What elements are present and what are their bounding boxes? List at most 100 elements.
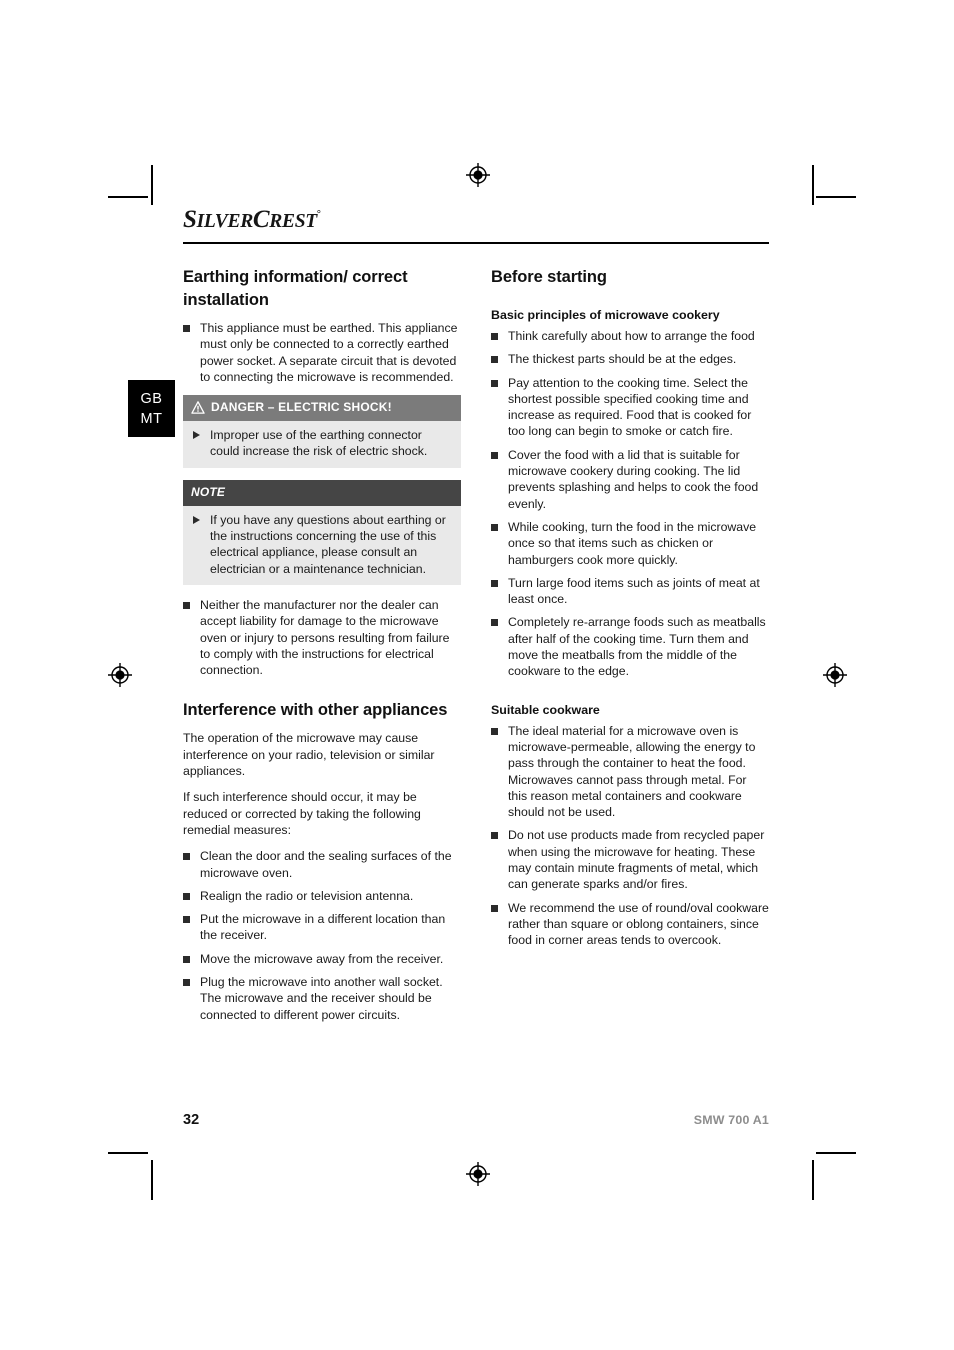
- danger-callout: DANGER – ELECTRIC SHOCK! Improper use of…: [183, 395, 461, 468]
- list-item: Pay attention to the cooking time. Selec…: [491, 375, 769, 440]
- list-item-text: Do not use products made from recycled p…: [508, 828, 765, 892]
- section-heading-interference: Interference with other appliances: [183, 701, 448, 720]
- callout-list-item: If you have any questions about earthing…: [191, 512, 453, 577]
- square-bullet-icon: [491, 379, 498, 387]
- registration-mark-bottom: [466, 1162, 490, 1186]
- model-name: SMW 700 A1: [693, 1113, 769, 1127]
- list-item: Realign the radio or television antenna.: [183, 888, 461, 904]
- list-item: While cooking, turn the food in the micr…: [491, 519, 769, 568]
- locale-tab-line2: MT: [140, 411, 163, 427]
- list-item-text: Think carefully about how to arrange the…: [508, 329, 755, 343]
- list-item: Plug the microwave into another wall soc…: [183, 974, 461, 1023]
- list-item-text: Completely re-arrange foods such as meat…: [508, 615, 766, 679]
- brand-rest: REST: [269, 211, 317, 232]
- danger-callout-body: Improper use of the earthing connector c…: [183, 421, 461, 468]
- left-column: Earthing information/ correct installati…: [183, 266, 461, 1030]
- suitable-cookware-list: The ideal material for a microwave oven …: [491, 723, 769, 949]
- list-item: We recommend the use of round/oval cookw…: [491, 900, 769, 949]
- page-number: 32: [183, 1112, 200, 1128]
- subheading-basic-principles: Basic principles of microwave cookery: [491, 308, 720, 322]
- header-divider: [183, 242, 769, 244]
- right-column: Before starting Basic principles of micr…: [491, 266, 769, 1030]
- warning-triangle-icon: [191, 401, 205, 414]
- locale-tab-line1: GB: [140, 391, 163, 407]
- square-bullet-icon: [183, 325, 190, 332]
- crop-mark-bottom-left-horizontal: [108, 1152, 148, 1154]
- square-bullet-icon: [491, 904, 498, 912]
- callout-list-item-text: If you have any questions about earthing…: [210, 512, 446, 576]
- note-callout-body: If you have any questions about earthing…: [183, 505, 461, 585]
- subheading-suitable-cookware: Suitable cookware: [491, 702, 600, 717]
- note-callout-header: NOTE: [183, 479, 461, 506]
- list-item: Neither the manufacturer nor the dealer …: [183, 597, 461, 678]
- list-item: The thickest parts should be at the edge…: [491, 351, 769, 367]
- callout-list-item-text: Improper use of the earthing connector c…: [210, 428, 428, 459]
- crop-mark-top-right-vertical: [812, 165, 814, 205]
- list-item: Think carefully about how to arrange the…: [491, 328, 769, 344]
- square-bullet-icon: [491, 451, 498, 459]
- square-bullet-icon: [183, 853, 190, 861]
- section-heading-earthing: Earthing information/ correct installati…: [183, 268, 408, 309]
- brand-s: S: [183, 206, 197, 233]
- locale-tab: GB MT: [128, 380, 175, 437]
- list-item-text: Move the microwave away from the receive…: [200, 951, 444, 966]
- danger-callout-header: DANGER – ELECTRIC SHOCK!: [183, 395, 461, 422]
- square-bullet-icon: [491, 619, 498, 627]
- square-bullet-icon: [183, 916, 190, 924]
- remedial-measures-list: Clean the door and the sealing surfaces …: [183, 848, 461, 1023]
- crop-mark-top-left-vertical: [151, 165, 153, 205]
- crop-mark-bottom-left-vertical: [151, 1160, 153, 1200]
- list-item: Clean the door and the sealing surfaces …: [183, 848, 461, 881]
- list-item-text: We recommend the use of round/oval cookw…: [508, 900, 769, 948]
- interference-paragraph-2: If such interference should occur, it ma…: [183, 790, 421, 837]
- note-callout: NOTE If you have any questions about ear…: [183, 479, 461, 585]
- list-item: Move the microwave away from the receive…: [183, 951, 461, 967]
- list-item-text: Clean the door and the sealing surfaces …: [200, 849, 452, 880]
- crop-mark-bottom-right-vertical: [812, 1160, 814, 1200]
- list-item-text: Turn large food items such as joints of …: [508, 575, 760, 607]
- square-bullet-icon: [491, 727, 498, 735]
- registration-mark-left: [108, 663, 132, 687]
- list-item: Put the microwave in a different locatio…: [183, 911, 461, 944]
- list-item: The ideal material for a microwave oven …: [491, 723, 769, 821]
- silvercrest-logo: SILVERCREST°: [183, 200, 769, 237]
- crop-mark-bottom-right-horizontal: [816, 1152, 856, 1154]
- list-item-text: The ideal material for a microwave oven …: [508, 723, 756, 820]
- list-item: Do not use products made from recycled p…: [491, 827, 769, 892]
- list-item-text: The thickest parts should be at the edge…: [508, 352, 737, 367]
- list-item: This appliance must be earthed. This app…: [183, 320, 461, 385]
- list-item-text: This appliance must be earthed. This app…: [200, 321, 458, 384]
- square-bullet-icon: [491, 832, 498, 840]
- brand-c: C: [252, 206, 270, 233]
- registration-mark-top: [466, 163, 490, 187]
- square-bullet-icon: [183, 601, 190, 609]
- note-callout-title: NOTE: [191, 484, 226, 499]
- list-item: Cover the food with a lid that is suitab…: [491, 447, 769, 512]
- arrow-bullet-icon: [193, 515, 200, 524]
- arrow-bullet-icon: [193, 431, 200, 440]
- list-item-text: Neither the manufacturer nor the dealer …: [200, 597, 450, 678]
- list-item-text: Pay attention to the cooking time. Selec…: [508, 375, 752, 439]
- two-column-body: Earthing information/ correct installati…: [183, 266, 769, 1030]
- square-bullet-icon: [183, 955, 190, 963]
- list-item-text: Put the microwave in a different locatio…: [200, 912, 446, 943]
- list-item: Completely re-arrange foods such as meat…: [491, 614, 769, 679]
- basic-principles-list: Think carefully about how to arrange the…: [491, 328, 769, 680]
- page-content: SILVERCREST° Earthing information/ corre…: [183, 200, 769, 1030]
- list-item-text: While cooking, turn the food in the micr…: [508, 519, 757, 567]
- square-bullet-icon: [183, 979, 190, 987]
- list-item-text: Cover the food with a lid that is suitab…: [508, 447, 759, 511]
- crop-mark-top-left-horizontal: [108, 196, 148, 198]
- list-item-text: Plug the microwave into another wall soc…: [200, 975, 443, 1022]
- section-heading-before-starting: Before starting: [491, 268, 607, 286]
- interference-paragraph-1: The operation of the microwave may cause…: [183, 731, 435, 779]
- crop-mark-top-right-horizontal: [816, 196, 856, 198]
- square-bullet-icon: [491, 523, 498, 531]
- liability-bullet-list: Neither the manufacturer nor the dealer …: [183, 597, 461, 678]
- square-bullet-icon: [491, 579, 498, 587]
- earthing-bullet-list: This appliance must be earthed. This app…: [183, 320, 461, 385]
- page-footer: 32 SMW 700 A1: [183, 1112, 769, 1128]
